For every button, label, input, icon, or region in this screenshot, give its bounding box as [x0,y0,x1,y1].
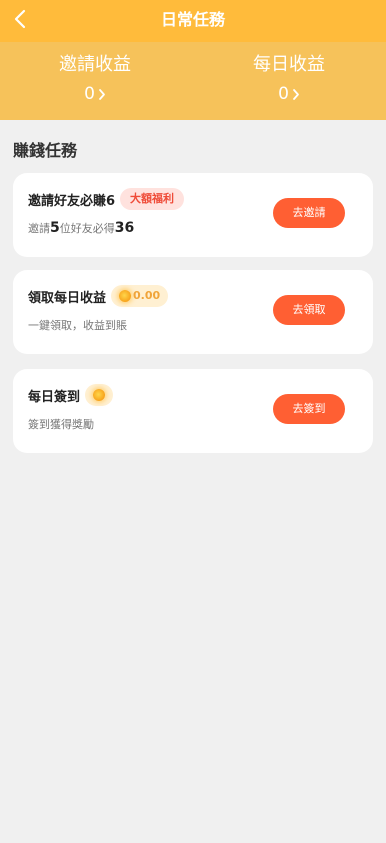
task-title-row: 領取每日收益 0.00 [28,285,169,307]
daily-earnings-label: 每日收益 [253,54,325,75]
checkin-button[interactable]: 去簽到 [273,394,345,424]
task-title-row: 邀請好友必賺6 大額福利 [28,188,185,210]
coin-badge: 0.00 [111,285,169,307]
task-title: 邀請好友必賺6 [28,193,116,209]
coin-icon [93,389,106,401]
task-description: 一鍵領取，收益到賬 [28,319,127,332]
chevron-right-icon [99,88,105,100]
chevron-right-icon [293,88,299,100]
task-title-row: 每日簽到 [28,384,114,406]
daily-earnings[interactable]: 每日收益 0 [219,52,359,105]
invite-earnings[interactable]: 邀請收益 0 [25,52,165,105]
invite-earnings-value-row: 0 [84,83,106,105]
task-card-invite: 邀請好友必賺6 大額福利 邀請 5 位好友必得 36 去邀請 [13,173,373,257]
earnings-summary: 邀請收益 0 每日收益 0 [0,42,386,120]
top-bar: 日常任務 [0,0,386,42]
invite-button[interactable]: 去邀請 [273,198,345,228]
coin-badge [85,384,114,406]
daily-earnings-value: 0 [278,84,289,104]
task-card-daily-earnings: 領取每日收益 0.00 一鍵領取，收益到賬 去領取 [13,270,373,354]
invite-earnings-value: 0 [84,84,95,104]
invite-earnings-label: 邀請收益 [59,54,131,75]
task-card-daily-checkin: 每日簽到 簽到獲得獎勵 去簽到 [13,369,373,453]
coin-icon [119,290,132,302]
task-title: 每日簽到 [28,389,81,405]
bonus-badge: 大額福利 [120,188,185,210]
task-description: 邀請 5 位好友必得 36 [28,220,134,236]
desc-middle: 位好友必得 [59,222,115,235]
task-description: 簽到獲得獎勵 [28,418,94,431]
desc-prefix: 邀請 [28,222,50,235]
desc-reward-amount: 36 [114,220,135,236]
daily-earnings-value-row: 0 [278,83,300,105]
coin-amount: 0.00 [133,289,161,302]
claim-button[interactable]: 去領取 [273,295,345,325]
desc-friend-count: 5 [50,220,60,236]
page-title: 日常任務 [160,10,225,29]
section-title: 賺錢任務 [13,141,78,160]
task-title: 領取每日收益 [28,290,107,306]
